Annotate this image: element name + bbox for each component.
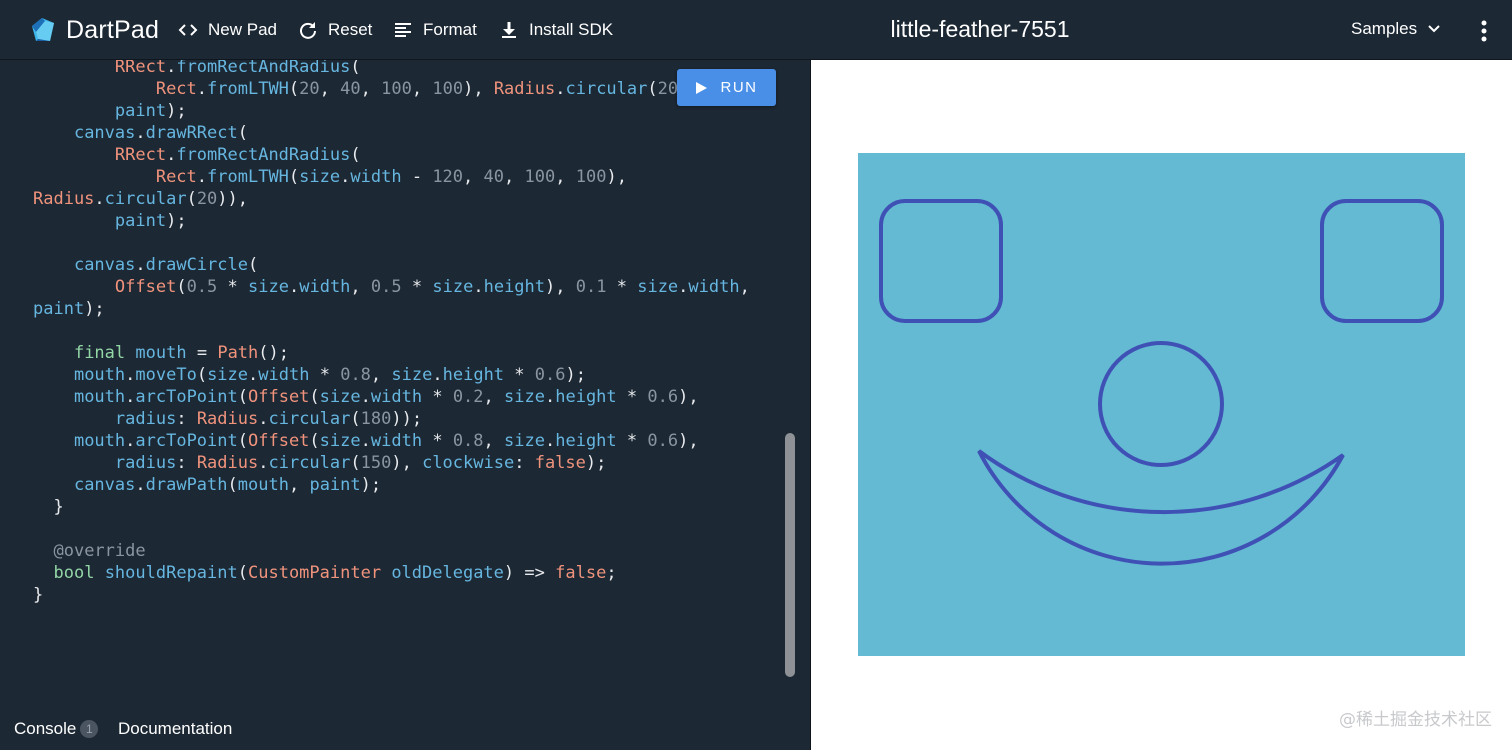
console-tab[interactable]: Console 1 — [14, 719, 99, 739]
code-line[interactable]: canvas.drawCircle( — [33, 254, 750, 276]
reset-button[interactable]: Reset — [298, 18, 372, 42]
bottom-bar: Console 1 Documentation — [0, 710, 810, 750]
code-line[interactable]: } — [33, 496, 750, 518]
watermark: @稀土掘金技术社区 — [1339, 710, 1492, 730]
console-label: Console — [14, 719, 77, 738]
code-line[interactable]: final mouth = Path(); — [33, 342, 750, 364]
install-sdk-button[interactable]: Install SDK — [499, 18, 613, 42]
code-line[interactable]: RRect.fromRectAndRadius( — [33, 60, 750, 78]
reset-label: Reset — [328, 20, 373, 39]
code-line[interactable]: mouth.arcToPoint(Offset(size.width * 0.8… — [33, 430, 750, 452]
run-button[interactable]: RUN — [677, 69, 776, 106]
refresh-icon — [300, 22, 316, 39]
code-line[interactable]: Offset(0.5 * size.width, 0.5 * size.heig… — [33, 276, 750, 298]
code-line[interactable]: paint); — [33, 210, 750, 232]
flutter-output-canvas — [858, 153, 1465, 656]
app-name: DartPad — [66, 15, 160, 44]
play-icon — [695, 81, 707, 94]
code-line[interactable]: radius: Radius.circular(150), clockwise:… — [33, 452, 750, 474]
code-brackets-icon — [178, 24, 198, 36]
code-line[interactable] — [33, 518, 750, 540]
code-line[interactable]: } — [33, 584, 750, 606]
code-line[interactable]: mouth.arcToPoint(Offset(size.width * 0.2… — [33, 386, 750, 408]
code-editor[interactable]: RRect.fromRectAndRadius( Rect.fromLTWH(2… — [0, 60, 810, 710]
code-line[interactable]: mouth.moveTo(size.width * 0.8, size.heig… — [33, 364, 750, 386]
brand[interactable]: DartPad — [28, 14, 159, 46]
code-line[interactable]: @override — [33, 540, 750, 562]
code-line[interactable] — [33, 232, 750, 254]
new-pad-label: New Pad — [208, 20, 277, 39]
format-label: Format — [423, 20, 477, 39]
code-line[interactable]: paint); — [33, 298, 750, 320]
canvas-background — [858, 153, 1465, 656]
code-line[interactable]: Radius.circular(20)), — [33, 188, 750, 210]
dart-logo-icon — [32, 18, 54, 41]
code-line[interactable]: paint); — [33, 100, 750, 122]
code-line[interactable] — [33, 320, 750, 342]
output-panel: @稀土掘金技术社区 — [811, 60, 1512, 750]
code-line[interactable]: canvas.drawRRect( — [33, 122, 750, 144]
code-line[interactable]: Rect.fromLTWH(20, 40, 100, 100), Radius.… — [33, 78, 750, 100]
console-count-badge: 1 — [80, 720, 99, 738]
format-lines-icon — [395, 23, 411, 37]
code-line[interactable]: canvas.drawPath(mouth, paint); — [33, 474, 750, 496]
chevron-down-icon — [1428, 25, 1440, 33]
run-label: RUN — [720, 79, 758, 96]
code-line[interactable]: Rect.fromLTWH(size.width - 120, 40, 100,… — [33, 166, 750, 188]
code-line[interactable]: RRect.fromRectAndRadius( — [33, 144, 750, 166]
samples-label: Samples — [1351, 19, 1418, 38]
pad-title[interactable]: little-feather-7551 — [860, 16, 1100, 43]
more-vert-icon[interactable] — [1474, 18, 1494, 44]
code-line[interactable]: radius: Radius.circular(180)); — [33, 408, 750, 430]
code-content[interactable]: RRect.fromRectAndRadius( Rect.fromLTWH(2… — [33, 60, 750, 606]
format-button[interactable]: Format — [393, 18, 477, 42]
editor-scrollbar-thumb[interactable] — [785, 433, 795, 677]
documentation-label: Documentation — [118, 719, 233, 738]
documentation-tab[interactable]: Documentation — [118, 719, 232, 739]
download-icon — [502, 22, 516, 38]
code-line[interactable]: bool shouldRepaint(CustomPainter oldDele… — [33, 562, 750, 584]
app-header: DartPad New Pad Reset Format Install SDK… — [0, 0, 1512, 60]
new-pad-button[interactable]: New Pad — [178, 18, 277, 42]
samples-dropdown[interactable]: Samples — [1351, 19, 1441, 39]
install-sdk-label: Install SDK — [529, 20, 614, 39]
